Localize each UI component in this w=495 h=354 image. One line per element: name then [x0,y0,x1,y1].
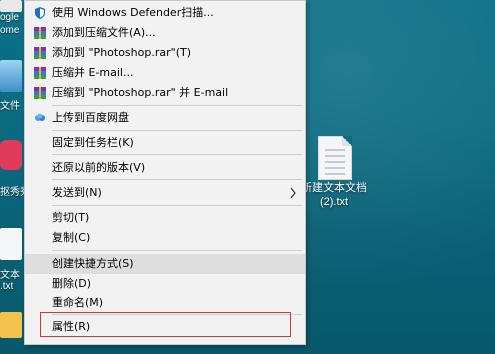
text-lines [325,149,345,179]
menu-separator [52,205,302,206]
folder-icon[interactable] [0,312,22,338]
chevron-right-icon [287,186,299,200]
menu-item-delete[interactable]: 删除(D) [25,274,305,294]
desktop-icon-label-1: ogle [0,12,19,23]
baidu-cloud-icon [33,111,47,125]
menu-item-label: 创建快捷方式(S) [52,257,134,270]
app-shortcut-icon[interactable] [0,140,22,170]
desktop-background: ogle ome 文件 抠秀秀 文本 .txt 新建文本文档 (2).txt 使… [0,0,495,354]
defender-shield-icon [33,6,47,20]
menu-item-defender-scan[interactable]: 使用 Windows Defender扫描... [25,3,305,23]
menu-separator [52,105,302,106]
winrar-archive-icon [33,66,47,80]
menu-item-label: 固定到任务栏(K) [52,136,134,149]
menu-item-label: 上传到百度网盘 [52,111,129,124]
menu-item-copy[interactable]: 复制(C) [25,228,305,248]
desktop-left-icons: ogle ome 文件 抠秀秀 文本 .txt [0,0,30,354]
menu-item-label: 添加到 "Photoshop.rar"(T) [52,46,191,59]
menu-item-add-to-archive[interactable]: 添加到压缩文件(A)... [25,23,305,43]
menu-item-label: 复制(C) [52,231,91,244]
menu-item-label: 发送到(N) [52,186,102,199]
page-fold-corner [342,136,352,146]
menu-item-label: 还原以前的版本(V) [52,161,146,174]
winrar-archive-icon [33,86,47,100]
menu-item-create-shortcut[interactable]: 创建快捷方式(S) [25,254,305,274]
folder-shortcut-icon[interactable] [0,60,22,92]
menu-item-upload-baidu[interactable]: 上传到百度网盘 [25,108,305,128]
menu-separator [52,154,302,155]
menu-item-label: 压缩并 E-mail... [52,66,134,79]
menu-item-label: 重命名(M) [52,296,104,309]
text-file-icon[interactable] [0,228,22,260]
menu-item-cut[interactable]: 剪切(T) [25,208,305,228]
desktop-icon-label-3: 文件 [0,101,20,112]
menu-item-label: 删除(D) [52,277,92,290]
context-menu[interactable]: 使用 Windows Defender扫描... 添加到压缩文件(A)... 添… [24,0,306,345]
desktop-icon-label-5: 文本 [0,270,20,281]
menu-item-pin-to-taskbar[interactable]: 固定到任务栏(K) [25,133,305,153]
desktop-icon-label-2: ome [0,25,20,36]
chrome-shortcut-icon[interactable] [0,0,22,12]
menu-item-label: 剪切(T) [52,211,90,224]
menu-item-label: 压缩到 "Photoshop.rar" 并 E-mail [52,86,229,99]
menu-item-label: 添加到压缩文件(A)... [52,26,156,39]
text-document-icon[interactable] [318,136,352,180]
menu-item-compress-to-rar-and-email[interactable]: 压缩到 "Photoshop.rar" 并 E-mail [25,83,305,103]
menu-separator [52,179,302,180]
desktop-icon-label-6: .txt [0,281,14,292]
menu-item-restore-previous-versions[interactable]: 还原以前的版本(V) [25,158,305,178]
menu-item-send-to[interactable]: 发送到(N) [25,183,305,203]
winrar-archive-icon [33,26,47,40]
menu-item-add-to-photoshop-rar[interactable]: 添加到 "Photoshop.rar"(T) [25,43,305,63]
menu-item-label: 使用 Windows Defender扫描... [52,6,214,19]
menu-separator [52,250,302,251]
properties-highlight-outline [40,312,291,337]
menu-item-rename[interactable]: 重命名(M) [25,293,305,313]
winrar-archive-icon [33,46,47,60]
menu-item-compress-and-email[interactable]: 压缩并 E-mail... [25,63,305,83]
menu-separator [52,130,302,131]
